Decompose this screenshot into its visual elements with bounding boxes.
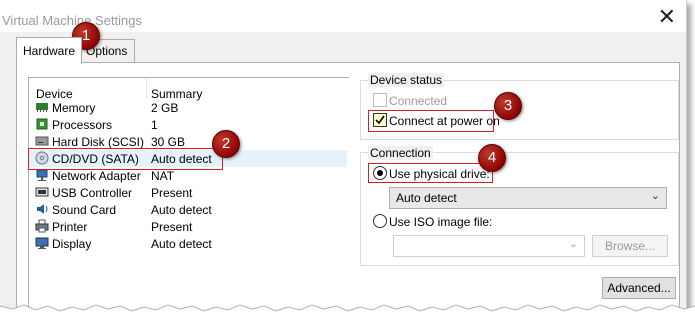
device-row-usb-controller[interactable]: USB Controller Present <box>29 184 347 201</box>
device-name: Memory <box>52 101 96 115</box>
network-adapter-icon <box>36 169 48 181</box>
device-summary: NAT <box>151 169 175 183</box>
device-name: Sound Card <box>52 203 117 217</box>
callout-badge-2: 2 <box>212 130 240 158</box>
printer-icon <box>35 219 49 233</box>
usb-icon <box>35 187 49 197</box>
device-row-processors[interactable]: Processors 1 <box>29 116 347 133</box>
highlight-box-power-on <box>368 110 494 132</box>
physical-drive-select[interactable]: Auto detect ⌄ <box>389 187 667 209</box>
device-summary: 2 GB <box>151 101 179 115</box>
device-summary: 30 GB <box>151 135 186 149</box>
device-row-sound-card[interactable]: Sound Card Auto detect <box>29 201 347 218</box>
memory-icon <box>36 103 48 112</box>
device-summary: Present <box>151 186 193 200</box>
device-row-memory[interactable]: Memory 2 GB <box>29 99 347 116</box>
chevron-down-icon: ⌄ <box>568 238 578 250</box>
advanced-button[interactable]: Advanced... <box>602 277 676 299</box>
device-name: Hard Disk (SCSI) <box>52 135 145 149</box>
title-bar: Virtual Machine Settings ✕ <box>0 0 686 32</box>
hard-disk-icon <box>35 136 49 146</box>
use-iso-image-radio[interactable] <box>373 214 387 228</box>
sound-card-icon <box>37 204 48 214</box>
tab-hardware-label: Hardware <box>23 44 76 58</box>
device-summary: Present <box>151 220 193 234</box>
device-summary: 1 <box>151 118 158 132</box>
device-name: Network Adapter <box>52 169 141 183</box>
device-row-display[interactable]: Display Auto detect <box>29 235 347 252</box>
device-status-title: Device status <box>368 73 445 87</box>
device-summary: Auto detect <box>151 203 212 217</box>
display-icon <box>35 237 49 249</box>
callout-badge-3: 3 <box>494 92 522 120</box>
torn-edge-decoration <box>0 304 695 322</box>
highlight-box-cd-dvd <box>28 148 223 170</box>
processor-icon <box>36 118 48 130</box>
iso-image-select[interactable]: ⌄ <box>393 235 585 257</box>
browse-button[interactable]: Browse... <box>592 235 668 257</box>
chevron-down-icon: ⌄ <box>650 190 660 202</box>
device-name: Display <box>52 237 92 251</box>
callout-badge-4: 4 <box>478 144 506 172</box>
settings-window: Virtual Machine Settings ✕ Hardware Opti… <box>0 0 687 312</box>
connection-title: Connection <box>368 146 433 160</box>
device-name: Processors <box>52 118 113 132</box>
window-title: Virtual Machine Settings <box>2 13 142 28</box>
tab-hardware[interactable]: Hardware <box>16 37 83 64</box>
device-summary: Auto detect <box>151 237 212 251</box>
physical-drive-value: Auto detect <box>396 191 457 205</box>
device-row-printer[interactable]: Printer Present <box>29 218 347 235</box>
connected-checkbox[interactable] <box>373 93 387 107</box>
connected-label: Connected <box>389 94 448 108</box>
close-icon[interactable]: ✕ <box>658 7 676 29</box>
highlight-box-physical-drive <box>368 163 493 183</box>
use-iso-image-label: Use ISO image file: <box>389 215 493 229</box>
column-divider[interactable] <box>146 78 147 98</box>
device-name: USB Controller <box>52 186 133 200</box>
device-name: Printer <box>52 220 88 234</box>
